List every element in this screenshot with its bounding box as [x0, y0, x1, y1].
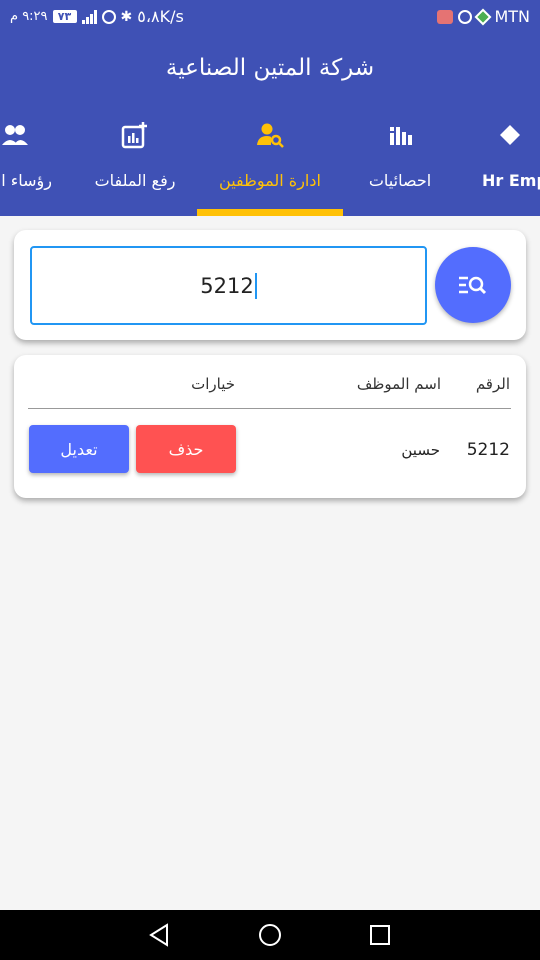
upload-chart-icon [121, 122, 147, 149]
header-id: الرقم [475, 375, 510, 393]
tab-label: Hr Emp [482, 171, 540, 190]
back-icon[interactable] [147, 922, 173, 948]
system-nav-bar [0, 910, 540, 960]
results-card: الرقم اسم الموظف خيارات 5212 حسين حذف تع… [14, 355, 526, 498]
tab-label: ادارة الموظفين [219, 171, 321, 190]
employee-name-cell: حسين [401, 441, 440, 459]
status-bar: ٩:٢٩ م ٧٣ ✱ ٥،٨K/s MTN [0, 0, 540, 33]
tab-bar: رؤساء ا رفع الملفات ادارة الموظفين احصائ… [0, 113, 540, 216]
search-input-value: 5212 [200, 273, 254, 298]
text-cursor [254, 272, 257, 299]
tab-hr-emp[interactable]: Hr Emp [470, 113, 540, 216]
tab-label: احصائيات [368, 171, 432, 190]
recents-icon[interactable] [367, 922, 393, 948]
search-card: 5212 [14, 230, 526, 340]
search-list-icon [459, 276, 487, 295]
bluetooth-icon: ✱ [120, 8, 133, 25]
search-button[interactable] [435, 247, 511, 323]
tab-statistics[interactable]: احصائيات [350, 113, 450, 216]
active-tab-indicator [197, 209, 343, 216]
tab-upload-files[interactable]: رفع الملفات [85, 113, 185, 216]
bar-chart-icon [390, 127, 412, 145]
group-icon [2, 125, 28, 145]
signal-icon [81, 9, 97, 24]
network-speed-text: ٥،٨K/s [137, 7, 184, 26]
status-right: MTN [437, 7, 530, 26]
status-left: ٩:٢٩ م ٧٣ ✱ ٥،٨K/s [10, 7, 184, 26]
time-text: ٩:٢٩ م [10, 9, 48, 24]
app-notification-icon [474, 8, 492, 25]
hr-icon [500, 125, 520, 145]
tab-manage-employees[interactable]: ادارة الموظفين [197, 113, 343, 216]
edit-button[interactable]: تعديل [29, 425, 129, 473]
tab-heads[interactable]: رؤساء ا [0, 113, 70, 216]
header-divider [28, 408, 511, 409]
tab-label: رؤساء ا [1, 171, 52, 190]
carrier-text: MTN [494, 7, 530, 26]
employee-id-input[interactable]: 5212 [30, 246, 427, 325]
battery-icon: ٧٣ [52, 10, 77, 23]
alarm-icon [101, 9, 116, 24]
header-employee-name: اسم الموظف [356, 375, 441, 393]
home-icon[interactable] [257, 922, 283, 948]
app-bar: شركة المتين الصناعية رؤساء ا رفع الملفات [0, 33, 540, 216]
app-title: شركة المتين الصناعية [165, 55, 375, 81]
person-search-icon [257, 123, 284, 148]
employee-id-cell: 5212 [466, 440, 510, 460]
header-options: خيارات [191, 375, 235, 393]
notification-icon [437, 9, 454, 24]
delete-button[interactable]: حذف [136, 425, 236, 473]
tab-label: رفع الملفات [94, 171, 176, 190]
whatsapp-icon [458, 9, 473, 24]
